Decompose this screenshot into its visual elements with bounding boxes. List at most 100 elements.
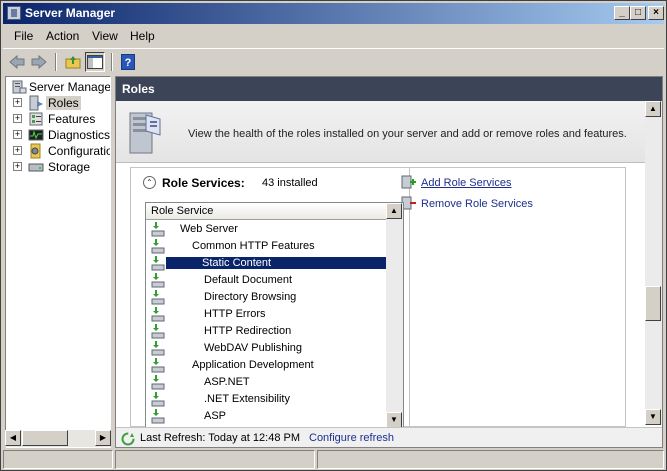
scroll-down-icon[interactable]: ▼	[645, 409, 661, 425]
expand-icon[interactable]: +	[13, 146, 22, 155]
role-service-label: Default Document	[204, 274, 293, 286]
close-button[interactable]: ×	[648, 6, 664, 20]
scroll-thumb[interactable]	[22, 430, 68, 446]
toolbar-separator	[55, 53, 57, 71]
installed-role-service-icon	[150, 340, 166, 356]
configure-refresh-link[interactable]: Configure refresh	[309, 432, 394, 444]
role-services-section: ⌃ Role Services: 43 installed Add Role S…	[130, 167, 626, 428]
installed-role-service-icon	[150, 408, 166, 424]
help-icon[interactable]: ?	[118, 52, 138, 72]
scroll-up-icon[interactable]: ▲	[386, 203, 402, 219]
role-service-row[interactable]: ASP	[146, 408, 386, 425]
scroll-up-icon[interactable]: ▲	[645, 101, 661, 117]
toolbar-separator	[111, 53, 113, 71]
add-role-services-link[interactable]: Add Role Services	[421, 177, 512, 189]
role-service-label: ASP.NET	[204, 376, 250, 388]
scroll-right-icon[interactable]: ▶	[95, 430, 111, 446]
refresh-icon	[120, 431, 136, 447]
role-service-label: Static Content	[166, 257, 386, 269]
role-service-label: ASP	[204, 410, 227, 422]
menu-action[interactable]: Action	[46, 29, 79, 43]
tree-label: Roles	[46, 96, 81, 110]
scroll-left-icon[interactable]: ◀	[5, 430, 21, 446]
show-hide-console-tree-icon[interactable]	[85, 52, 105, 72]
role-service-label: HTTP Errors	[204, 308, 266, 320]
role-services-list[interactable]: Role Service Web Server Common HTTP Featu…	[145, 202, 404, 428]
role-service-label: Directory Browsing	[204, 291, 297, 303]
intro-banner: View the health of the roles installed o…	[116, 101, 662, 163]
tree-label: Configuration	[48, 144, 110, 158]
role-service-row[interactable]: HTTP Redirection	[146, 323, 386, 340]
configuration-icon	[28, 143, 44, 159]
role-service-row[interactable]: Application Development	[146, 357, 386, 374]
role-services-count: 43 installed	[262, 177, 318, 189]
installed-role-service-icon	[150, 272, 166, 288]
collapse-icon[interactable]: ⌃	[143, 176, 156, 189]
up-folder-icon[interactable]	[63, 52, 83, 72]
tree-horizontal-scrollbar[interactable]: ◀ ▶	[5, 430, 111, 447]
back-arrow-icon[interactable]	[7, 52, 27, 72]
forward-arrow-icon[interactable]	[29, 52, 49, 72]
menu-help[interactable]: Help	[130, 29, 155, 43]
installed-role-service-icon	[150, 306, 166, 322]
expand-icon[interactable]: +	[13, 114, 22, 123]
server-manager-app-icon	[7, 6, 21, 20]
installed-role-service-icon	[150, 374, 166, 390]
svg-text:?: ?	[125, 57, 132, 69]
last-refresh-text: Last Refresh: Today at 12:48 PM	[140, 432, 300, 444]
role-service-label: Web Server	[180, 223, 238, 235]
tree-label: Storage	[48, 160, 91, 174]
status-pane	[115, 450, 315, 469]
role-service-row[interactable]: ASP.NET	[146, 374, 386, 391]
installed-role-service-icon	[150, 391, 166, 407]
expand-icon[interactable]: +	[13, 162, 22, 171]
toolbar: ?	[3, 48, 664, 74]
window-title: Server Manager	[25, 6, 116, 20]
content-pane: Roles View the health of the roles insta…	[115, 76, 663, 448]
expand-icon[interactable]: +	[13, 98, 22, 107]
expand-icon[interactable]: +	[13, 130, 22, 139]
server-manager-window: Server Manager _ □ × File Action View He…	[0, 0, 667, 471]
role-service-row[interactable]: HTTP Errors	[146, 306, 386, 323]
storage-icon	[28, 159, 44, 175]
content-vertical-scrollbar[interactable]: ▲ ▼	[645, 101, 662, 425]
menu-view[interactable]: View	[92, 29, 118, 43]
role-service-row[interactable]: Common HTTP Features	[146, 238, 386, 255]
role-service-row[interactable]: WebDAV Publishing	[146, 340, 386, 357]
maximize-button[interactable]: □	[630, 6, 646, 20]
installed-role-service-icon	[150, 357, 166, 373]
role-service-row[interactable]: Static Content	[146, 255, 386, 272]
column-header-role-service[interactable]: Role Service	[146, 203, 386, 220]
tree-label: Diagnostics	[48, 128, 111, 142]
installed-role-service-icon	[150, 323, 166, 339]
role-service-row[interactable]: Default Document	[146, 272, 386, 289]
roles-server-icon	[126, 109, 166, 157]
installed-role-service-icon	[150, 238, 166, 254]
role-service-label: HTTP Redirection	[204, 325, 292, 337]
scroll-thumb[interactable]	[645, 286, 661, 321]
tree-label: Server Manager	[29, 80, 111, 94]
add-role-services-icon	[401, 174, 417, 190]
remove-role-services-link[interactable]: Remove Role Services	[421, 198, 533, 210]
role-service-row[interactable]: Web Server	[146, 221, 386, 238]
console-tree: Server Manager + Roles + Features + Diag…	[5, 76, 111, 448]
list-vertical-scrollbar[interactable]: ▲ ▼	[386, 203, 403, 427]
scroll-down-icon[interactable]: ▼	[386, 412, 402, 427]
menu-file[interactable]: File	[14, 29, 33, 43]
diagnostics-icon	[28, 127, 44, 143]
installed-role-service-icon	[150, 221, 166, 237]
role-service-label: .NET Extensibility	[204, 393, 290, 405]
refresh-footer: Last Refresh: Today at 12:48 PM Configur…	[116, 427, 662, 447]
minimize-button[interactable]: _	[614, 6, 630, 20]
content-header: Roles	[116, 77, 662, 101]
roles-icon	[28, 95, 44, 111]
title-bar[interactable]: Server Manager _ □ ×	[3, 3, 664, 24]
installed-role-service-icon	[150, 289, 166, 305]
role-service-row[interactable]: Directory Browsing	[146, 289, 386, 306]
intro-text: View the health of the roles installed o…	[188, 128, 627, 140]
role-service-row[interactable]: .NET Extensibility	[146, 391, 386, 408]
features-icon	[28, 111, 44, 127]
tree-label: Features	[48, 112, 96, 126]
status-pane	[317, 450, 664, 469]
server-manager-icon	[11, 79, 27, 95]
